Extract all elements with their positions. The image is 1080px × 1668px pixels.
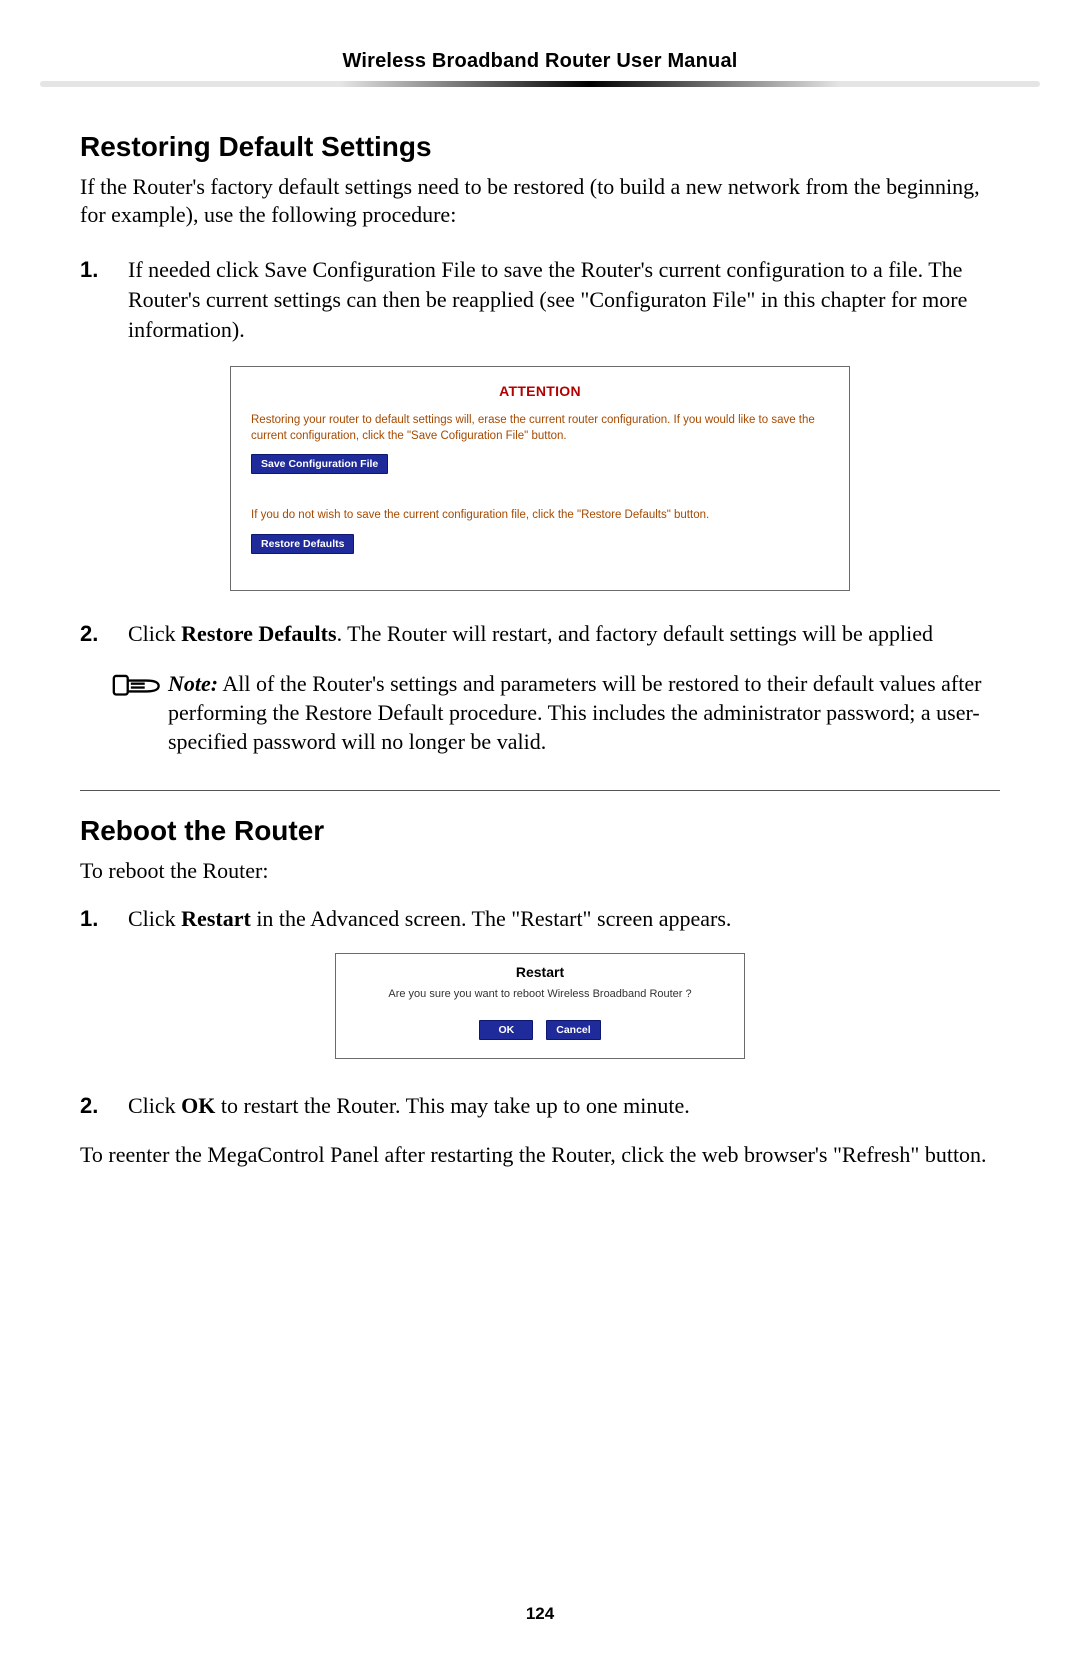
- section-divider: [80, 790, 1000, 791]
- attention-title: ATTENTION: [251, 383, 829, 399]
- restart-msg: Are you sure you want to reboot Wireless…: [352, 988, 728, 1000]
- restore-defaults-button[interactable]: Restore Defaults: [251, 534, 354, 554]
- step-text: Click Restore Defaults. The Router will …: [128, 619, 933, 649]
- step-text: If needed click Save Configuration File …: [128, 255, 1000, 344]
- section2-step2: 2. Click OK to restart the Router. This …: [80, 1091, 1000, 1121]
- attention-msg1: Restoring your router to default setting…: [251, 413, 829, 444]
- step-number: 1.: [80, 255, 128, 344]
- restart-title: Restart: [352, 964, 728, 980]
- section-heading-restore: Restoring Default Settings: [80, 131, 1000, 163]
- save-config-button[interactable]: Save Configuration File: [251, 454, 388, 474]
- running-head: Wireless Broadband Router User Manual: [80, 50, 1000, 73]
- step-number: 1.: [80, 904, 128, 934]
- attention-msg2: If you do not wish to save the current c…: [251, 508, 829, 524]
- header-rule: [40, 81, 1040, 87]
- step-text: Click OK to restart the Router. This may…: [128, 1091, 690, 1121]
- step-number: 2.: [80, 1091, 128, 1121]
- section2-step1: 1. Click Restart in the Advanced screen.…: [80, 904, 1000, 934]
- section1-step2: 2. Click Restore Defaults. The Router wi…: [80, 619, 1000, 649]
- section1-intro: If the Router's factory default settings…: [80, 173, 1000, 229]
- attention-dialog: ATTENTION Restoring your router to defau…: [230, 366, 850, 591]
- section2-closing: To reenter the MegaControl Panel after r…: [80, 1141, 1000, 1169]
- cancel-button[interactable]: Cancel: [546, 1020, 600, 1040]
- page-number: 124: [0, 1604, 1080, 1624]
- note-text: Note: All of the Router's settings and p…: [168, 669, 1000, 757]
- ok-button[interactable]: OK: [479, 1020, 533, 1040]
- section1-step1: 1. If needed click Save Configuration Fi…: [80, 255, 1000, 344]
- note-hand-icon: [112, 669, 168, 757]
- section2-intro: To reboot the Router:: [80, 857, 1000, 885]
- note-block: Note: All of the Router's settings and p…: [112, 669, 1000, 757]
- manual-page: Wireless Broadband Router User Manual Re…: [0, 0, 1080, 1668]
- section-heading-reboot: Reboot the Router: [80, 815, 1000, 847]
- step-number: 2.: [80, 619, 128, 649]
- step-text: Click Restart in the Advanced screen. Th…: [128, 904, 731, 934]
- restart-dialog: Restart Are you sure you want to reboot …: [335, 953, 745, 1059]
